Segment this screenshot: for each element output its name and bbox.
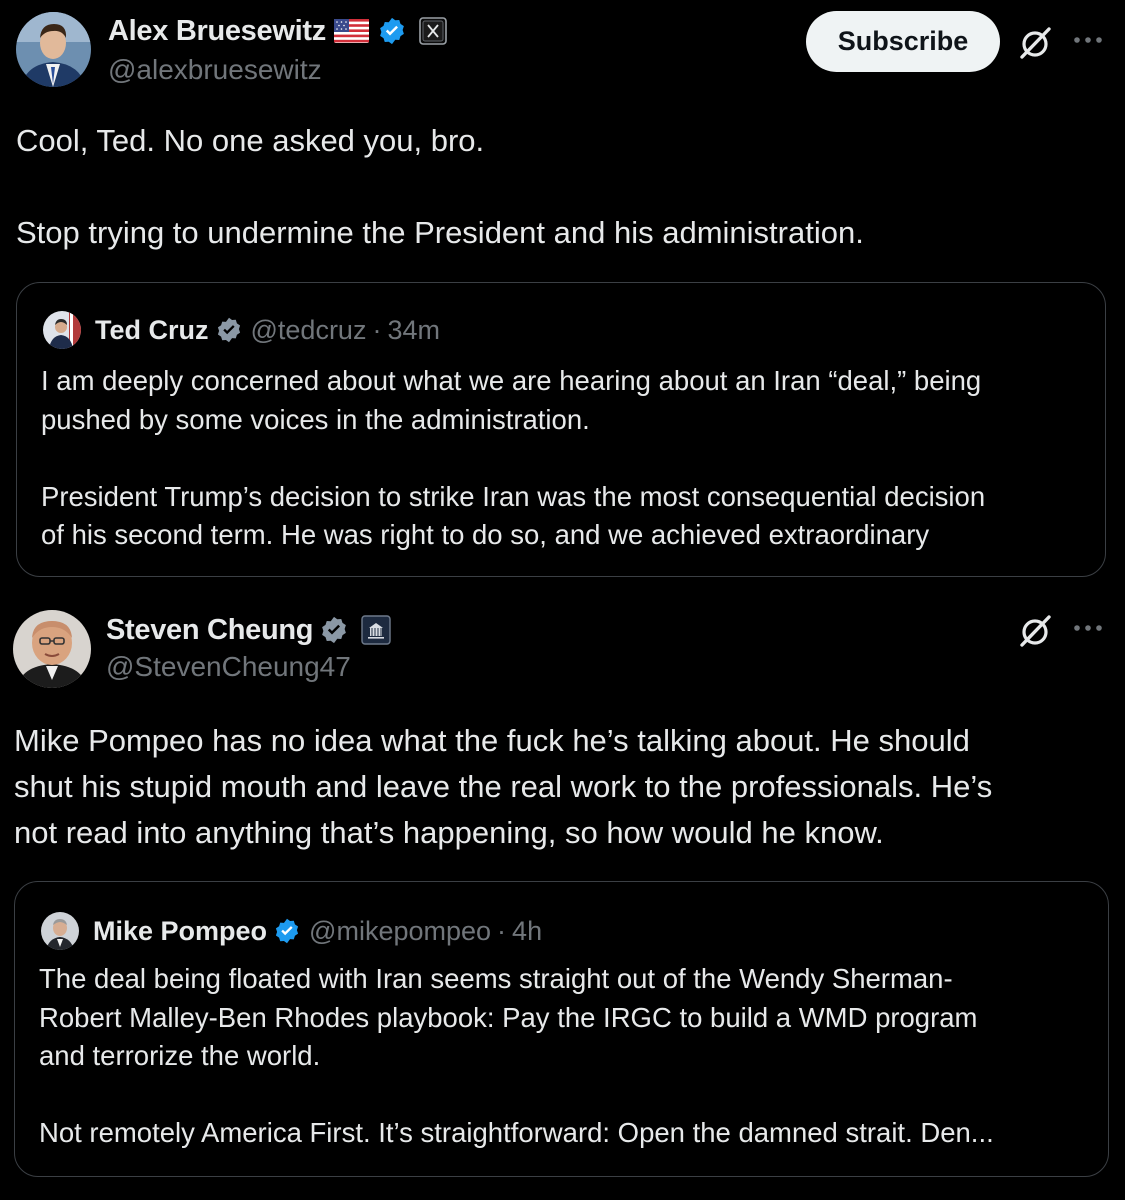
avatar[interactable] [41,912,79,950]
separator-dot: · [497,915,507,946]
author-display-name[interactable]: Alex Bruesewitz [108,15,326,48]
post-text-line: Stop trying to undermine the President a… [16,215,864,250]
verified-badge-icon[interactable] [319,615,349,645]
verified-badge-icon [273,917,301,945]
quoted-post-time[interactable]: 34m [387,315,440,346]
quoted-post-header: Mike Pompeo @mikepompeo · 4h [41,910,542,952]
quoted-post-header: Ted Cruz @tedcruz · 34m [43,309,440,351]
quoted-text-line [41,439,985,478]
subscribe-button[interactable]: Subscribe [806,11,1000,72]
post-steven-cheung: Steven Cheung @StevenCheung47 Mike Pompe… [0,600,1125,1200]
quoted-text-line: Not remotely America First. It’s straigh… [39,1117,994,1148]
quoted-text-line: of his second term. He was right to do s… [41,519,930,550]
separator-dot: · [372,314,382,345]
us-flag-icon [333,19,369,43]
quoted-post-time[interactable]: 4h [512,916,542,947]
avatar[interactable] [13,610,91,688]
quoted-text-line: pushed by some voices in the administrat… [41,403,590,435]
grok-icon[interactable] [1016,24,1054,62]
grok-icon[interactable] [1016,612,1054,650]
quoted-post-text: I am deeply concerned about what we are … [41,362,985,555]
more-horizontal-icon[interactable] [1072,30,1104,50]
more-horizontal-icon[interactable] [1072,618,1104,638]
quoted-author-name[interactable]: Ted Cruz [95,315,209,346]
white-house-affiliate-badge-icon[interactable] [361,615,391,645]
post-text-line: not read into anything that’s happening,… [14,815,884,850]
post-alex-bruesewitz: Alex Bruesewitz @alexbruesewitz Subscrib… [0,0,1125,590]
post-text-line: shut his stupid mouth and leave the real… [14,769,993,804]
quoted-text-line: and terrorize the world. [39,1040,321,1071]
author-name-row: Alex Bruesewitz [108,12,447,50]
quoted-author-handle[interactable]: @mikepompeo [309,916,491,947]
quoted-post-text: The deal being floated with Iran seems s… [39,960,994,1153]
post-text-line: Mike Pompeo has no idea what the fuck he… [14,723,970,758]
x-affiliate-badge-icon[interactable] [419,17,447,45]
quoted-text-line: I am deeply concerned about what we are … [41,365,982,396]
quoted-post-card[interactable]: Ted Cruz @tedcruz · 34m I am deeply conc… [16,282,1106,577]
quoted-text-line [39,1076,994,1115]
author-handle[interactable]: @alexbruesewitz [108,54,322,86]
author-name-row: Steven Cheung [106,610,391,650]
quoted-author-handle[interactable]: @tedcruz [251,315,367,346]
verified-badge-icon[interactable] [377,16,407,46]
quoted-post-card[interactable]: Mike Pompeo @mikepompeo · 4h The deal be… [14,881,1109,1177]
post-text: Cool, Ted. No one asked you, bro. Stop t… [16,118,864,256]
quoted-text-line: Robert Malley-Ben Rhodes playbook: Pay t… [39,1001,978,1033]
post-text-line [16,164,864,210]
quoted-text-line: President Trump’s decision to strike Ira… [41,480,986,512]
verified-badge-icon [215,316,243,344]
author-handle[interactable]: @StevenCheung47 [106,651,351,683]
post-text: Mike Pompeo has no idea what the fuck he… [14,718,992,856]
quoted-text-line: The deal being floated with Iran seems s… [39,963,953,994]
quoted-author-name[interactable]: Mike Pompeo [93,916,267,947]
avatar[interactable] [16,12,91,87]
author-display-name[interactable]: Steven Cheung [106,614,313,647]
avatar[interactable] [43,311,81,349]
post-text-line: Cool, Ted. No one asked you, bro. [16,123,485,158]
